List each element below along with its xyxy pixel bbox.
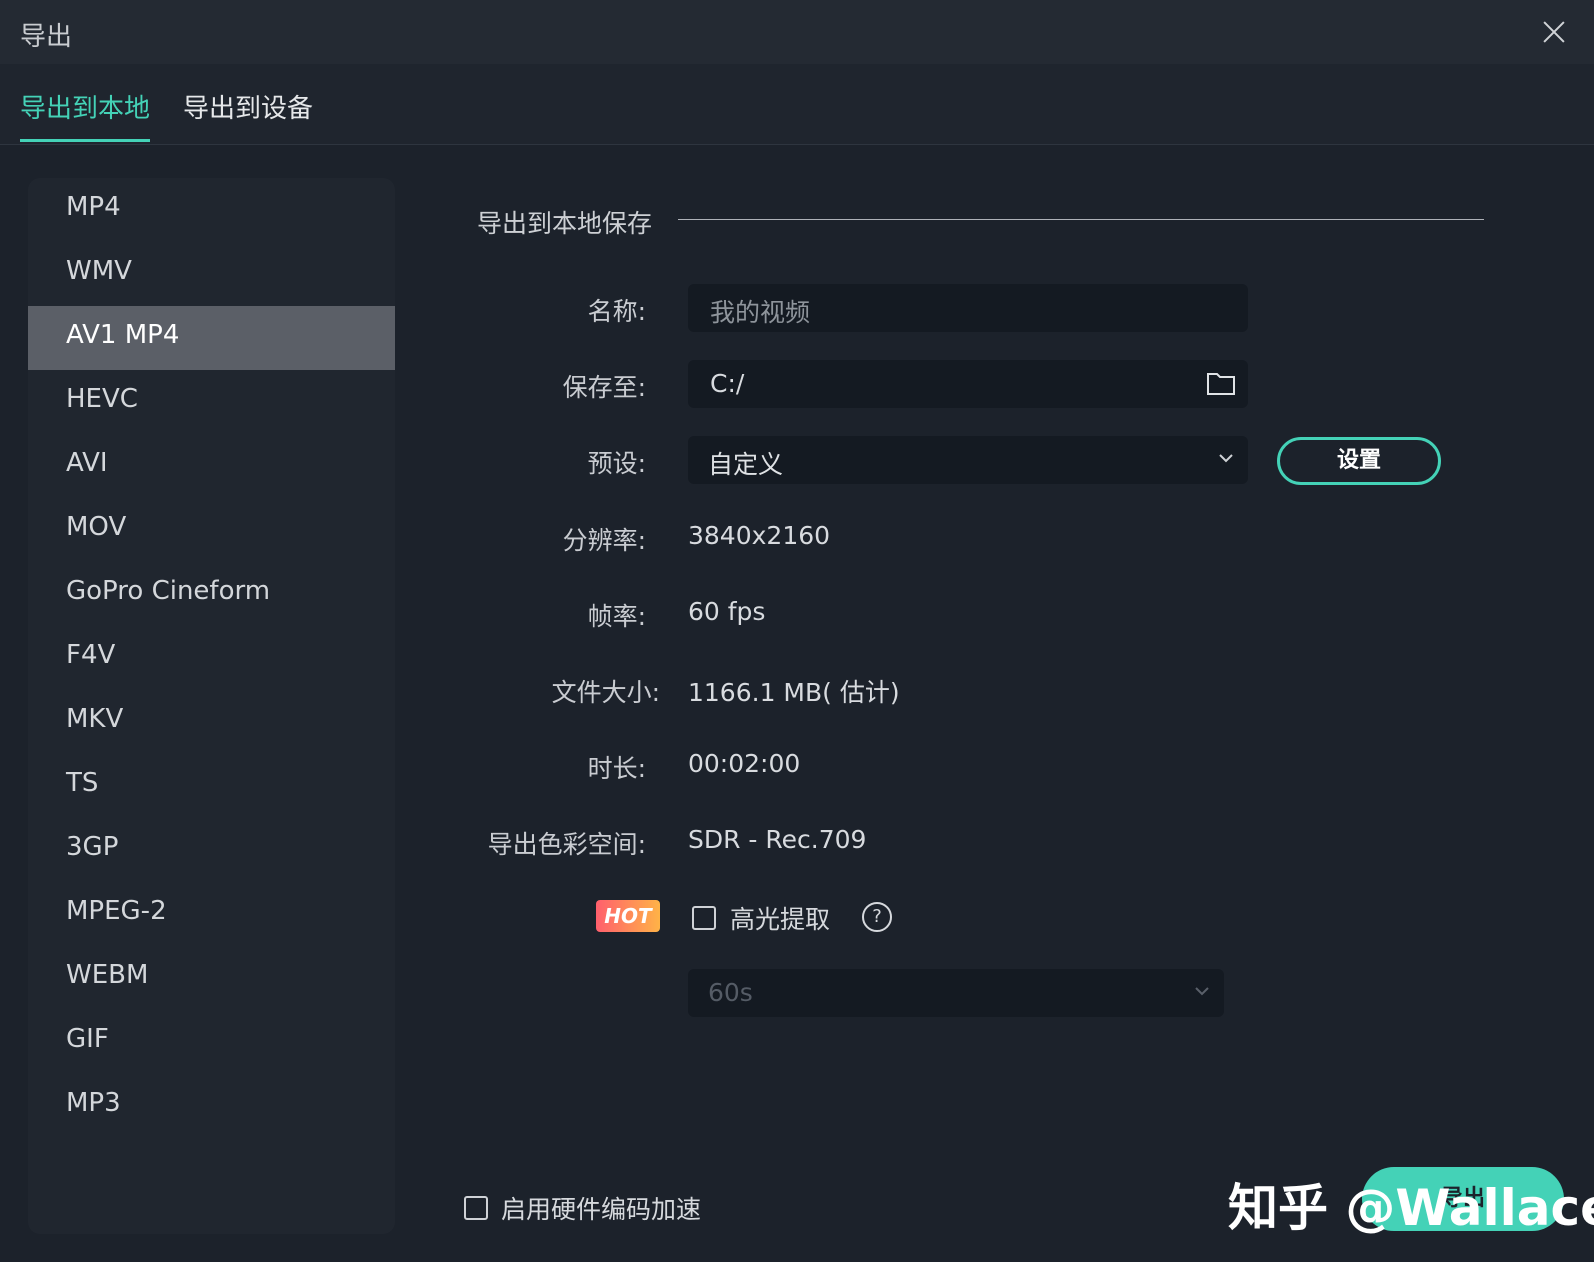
preset-select[interactable]: 自定义 <box>688 436 1248 484</box>
format-item-mpeg2[interactable]: MPEG-2 <box>28 882 395 946</box>
format-label: MP3 <box>66 1088 121 1118</box>
preset-value: 自定义 <box>708 450 784 479</box>
name-label: 名称: <box>587 297 646 326</box>
chevron-down-icon <box>1219 454 1233 463</box>
help-icon[interactable]: ? <box>862 902 892 932</box>
format-label: MP4 <box>66 192 121 222</box>
format-label: MKV <box>66 704 124 734</box>
format-list: MP4 WMV AV1 MP4 HEVC AVI MOV GoPro Cinef… <box>28 178 395 1234</box>
format-item-mkv[interactable]: MKV <box>28 690 395 754</box>
format-item-avi[interactable]: AVI <box>28 434 395 498</box>
filesize-label: 文件大小: <box>551 678 660 707</box>
path-label: 保存至: <box>562 373 646 402</box>
fps-label: 帧率: <box>587 602 646 631</box>
format-label: MPEG-2 <box>66 896 167 926</box>
duration-value: 00:02:00 <box>688 749 801 778</box>
name-field[interactable]: 我的视频 <box>688 284 1248 332</box>
dialog-title: 导出 <box>20 22 73 52</box>
highlight-checkbox[interactable] <box>692 906 716 930</box>
hot-badge: HOT <box>596 900 660 932</box>
resolution-label: 分辨率: <box>562 526 646 555</box>
section-divider <box>678 219 1484 220</box>
folder-icon[interactable] <box>1206 370 1236 396</box>
highlight-duration-select[interactable]: 60s <box>688 969 1224 1017</box>
preset-label: 预设: <box>587 449 646 478</box>
path-field[interactable]: C:/ <box>688 360 1248 408</box>
format-item-wmv[interactable]: WMV <box>28 242 395 306</box>
format-label: HEVC <box>66 384 138 414</box>
format-label: F4V <box>66 640 116 670</box>
tab-bar: 导出到本地 导出到设备 <box>0 64 1594 145</box>
format-item-av1-mp4[interactable]: AV1 MP4 <box>28 306 395 370</box>
title-bar: 导出 <box>0 0 1594 64</box>
format-label: WMV <box>66 256 132 286</box>
format-label: MOV <box>66 512 127 542</box>
format-label: TS <box>66 768 99 798</box>
format-item-3gp[interactable]: 3GP <box>28 818 395 882</box>
highlight-duration-value: 60s <box>708 978 753 1007</box>
format-item-webm[interactable]: WEBM <box>28 946 395 1010</box>
fps-value: 60 fps <box>688 597 766 626</box>
format-item-ts[interactable]: TS <box>28 754 395 818</box>
format-item-gopro-cineform[interactable]: GoPro Cineform <box>28 562 395 626</box>
format-item-mp3[interactable]: MP3 <box>28 1074 395 1138</box>
format-label: GoPro Cineform <box>66 576 271 606</box>
format-item-mov[interactable]: MOV <box>28 498 395 562</box>
tab-export-local[interactable]: 导出到本地 <box>20 88 151 142</box>
tab-export-device[interactable]: 导出到设备 <box>183 88 313 139</box>
format-label: 3GP <box>66 832 119 862</box>
format-label: AV1 MP4 <box>66 320 180 350</box>
format-label: AVI <box>66 448 108 478</box>
path-input-value: C:/ <box>710 369 745 398</box>
hw-accel-checkbox[interactable] <box>464 1196 488 1220</box>
format-item-hevc[interactable]: HEVC <box>28 370 395 434</box>
chevron-down-icon <box>1195 987 1209 996</box>
settings-button[interactable]: 设置 <box>1277 437 1441 485</box>
section-title: 导出到本地保存 <box>477 209 653 238</box>
filesize-value: 1166.1 MB( 估计) <box>688 678 900 707</box>
name-input-value: 我的视频 <box>710 298 811 327</box>
format-item-gif[interactable]: GIF <box>28 1010 395 1074</box>
format-item-f4v[interactable]: F4V <box>28 626 395 690</box>
watermark: 知乎 @Wallace <box>1228 1179 1594 1237</box>
highlight-label: 高光提取 <box>730 905 831 934</box>
close-icon[interactable] <box>1538 16 1570 48</box>
format-label: GIF <box>66 1024 109 1054</box>
hw-accel-label: 启用硬件编码加速 <box>501 1195 702 1224</box>
duration-label: 时长: <box>587 754 646 783</box>
colorspace-value: SDR - Rec.709 <box>688 825 867 854</box>
colorspace-label: 导出色彩空间: <box>487 830 646 859</box>
resolution-value: 3840x2160 <box>688 521 831 550</box>
format-item-mp4[interactable]: MP4 <box>28 178 395 242</box>
format-label: WEBM <box>66 960 149 990</box>
